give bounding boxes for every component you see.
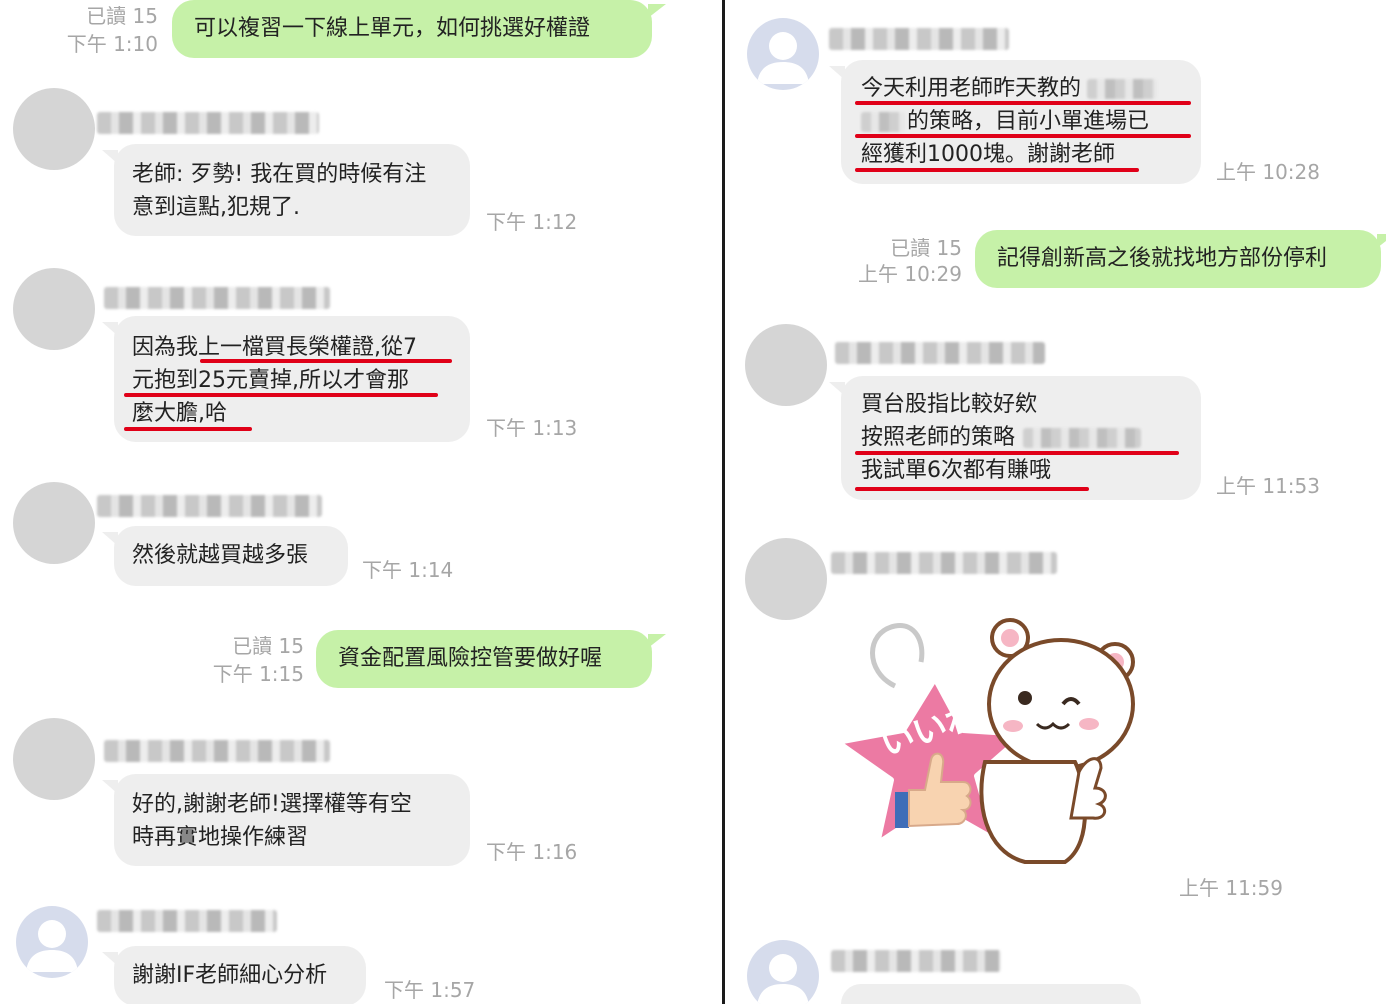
message-time: 上午 11:53 (1216, 474, 1320, 498)
message-text: 麼大膽,哈 (132, 401, 227, 426)
message-text: 按照老師的策略 (861, 421, 1181, 454)
default-person-icon (26, 920, 78, 972)
sender-name-blurred (97, 910, 277, 932)
message-time: 下午 1:12 (486, 210, 578, 234)
message-time: 上午 10:29 (858, 262, 962, 286)
left-chat-panel: 已讀 15 下午 1:10 可以複習一下線上單元，如何挑選好權證 老師: 歹勢!… (0, 0, 722, 1004)
sender-name-blurred (835, 342, 1045, 364)
message-time: 下午 1:10 (66, 32, 158, 56)
message-text: 買台股指比較好欸 (861, 392, 1038, 417)
redacted-text (1023, 428, 1142, 448)
right-chat-panel: 今天利用老師昨天教的 的策略，目前小單進場已 經獲利1000塊。謝謝老師 上午 … (725, 0, 1386, 1004)
sender-name-blurred (829, 28, 1009, 50)
highlight-underline (855, 101, 1191, 105)
sender-name-blurred (97, 495, 322, 517)
sender-avatar[interactable] (745, 324, 827, 406)
highlight-underline (855, 451, 1179, 455)
default-person-icon (757, 954, 809, 1004)
message-text: 時再實地操作練習 (132, 825, 309, 850)
sender-name-blurred (97, 112, 319, 134)
read-receipt: 已讀 15 (890, 236, 962, 260)
message-time: 下午 1:16 (486, 840, 578, 864)
sender-avatar[interactable] (747, 940, 819, 1004)
message-text: 老師: 歹勢! 我在買的時候有注 (132, 162, 427, 187)
default-person-icon (757, 32, 809, 84)
sender-name-blurred (831, 950, 1001, 972)
sender-avatar[interactable] (13, 88, 95, 170)
message-text: 我試單6次都有賺哦 (861, 458, 1051, 483)
message-time: 上午 11:59 (1179, 876, 1283, 900)
sender-name-blurred (831, 552, 1057, 574)
incoming-message-bubble[interactable]: 買台股指比較好欸 按照老師的策略 我試單6次都有賺哦 (829, 376, 1201, 500)
message-text: 然後就越買越多張 (132, 543, 309, 568)
read-receipt: 已讀 15 (232, 634, 304, 658)
message-text: 好的,謝謝老師!選擇權等有空 (132, 792, 412, 817)
redacted-text (861, 112, 905, 132)
message-time: 下午 1:13 (486, 416, 578, 440)
highlight-underline (855, 134, 1191, 138)
highlight-underline (124, 427, 252, 431)
sender-avatar[interactable] (745, 538, 827, 620)
message-time: 下午 1:15 (212, 662, 304, 686)
message-time: 下午 1:14 (362, 558, 454, 582)
highlight-underline (855, 168, 1139, 172)
sender-avatar[interactable] (13, 268, 95, 350)
incoming-message-bubble[interactable]: 然後就越買越多張 (102, 526, 348, 586)
bear-thumbs-up-sticker[interactable]: いいね (825, 612, 1155, 892)
message-time: 下午 1:57 (384, 978, 476, 1002)
sender-name-blurred (104, 740, 330, 762)
message-text: 記得創新高之後就找地方部份停利 (997, 246, 1328, 271)
redacted-text (1087, 79, 1158, 99)
outgoing-message-bubble[interactable]: 記得創新高之後就找地方部份停利 (975, 230, 1386, 288)
incoming-message-bubble[interactable] (841, 984, 1141, 1004)
sender-avatar[interactable] (13, 482, 95, 564)
incoming-message-bubble[interactable]: 因為我上一檔買長榮權證,從7 元抱到25元賣掉,所以才會那 麼大膽,哈 (102, 316, 470, 442)
incoming-message-bubble[interactable]: 今天利用老師昨天教的 的策略，目前小單進場已 經獲利1000塊。謝謝老師 (829, 60, 1201, 184)
sender-name-blurred (104, 287, 330, 309)
message-text: 可以複習一下線上單元，如何挑選好權證 (194, 16, 591, 41)
highlight-underline (855, 487, 1089, 491)
incoming-message-bubble[interactable]: 好的,謝謝老師!選擇權等有空 時再實地操作練習 (102, 774, 470, 866)
message-text: 經獲利1000塊。謝謝老師 (861, 142, 1115, 167)
incoming-message-bubble[interactable]: 謝謝IF老師細心分析 (102, 946, 366, 1004)
outgoing-message-bubble[interactable]: 可以複習一下線上單元，如何挑選好權證 (172, 0, 666, 58)
sender-avatar[interactable] (13, 718, 95, 800)
highlight-underline (124, 393, 438, 397)
message-text: 資金配置風險控管要做好喔 (338, 646, 603, 671)
sender-avatar[interactable] (16, 906, 88, 978)
message-time: 上午 10:28 (1216, 160, 1320, 184)
sender-avatar[interactable] (747, 18, 819, 90)
incoming-message-bubble[interactable]: 老師: 歹勢! 我在買的時候有注 意到這點,犯規了. (102, 144, 470, 236)
outgoing-message-bubble[interactable]: 資金配置風險控管要做好喔 (316, 630, 666, 688)
highlight-underline (200, 359, 452, 363)
message-text: 意到這點,犯規了. (132, 195, 300, 220)
message-text: 謝謝IF老師細心分析 (132, 963, 328, 988)
read-receipt: 已讀 15 (86, 4, 158, 28)
